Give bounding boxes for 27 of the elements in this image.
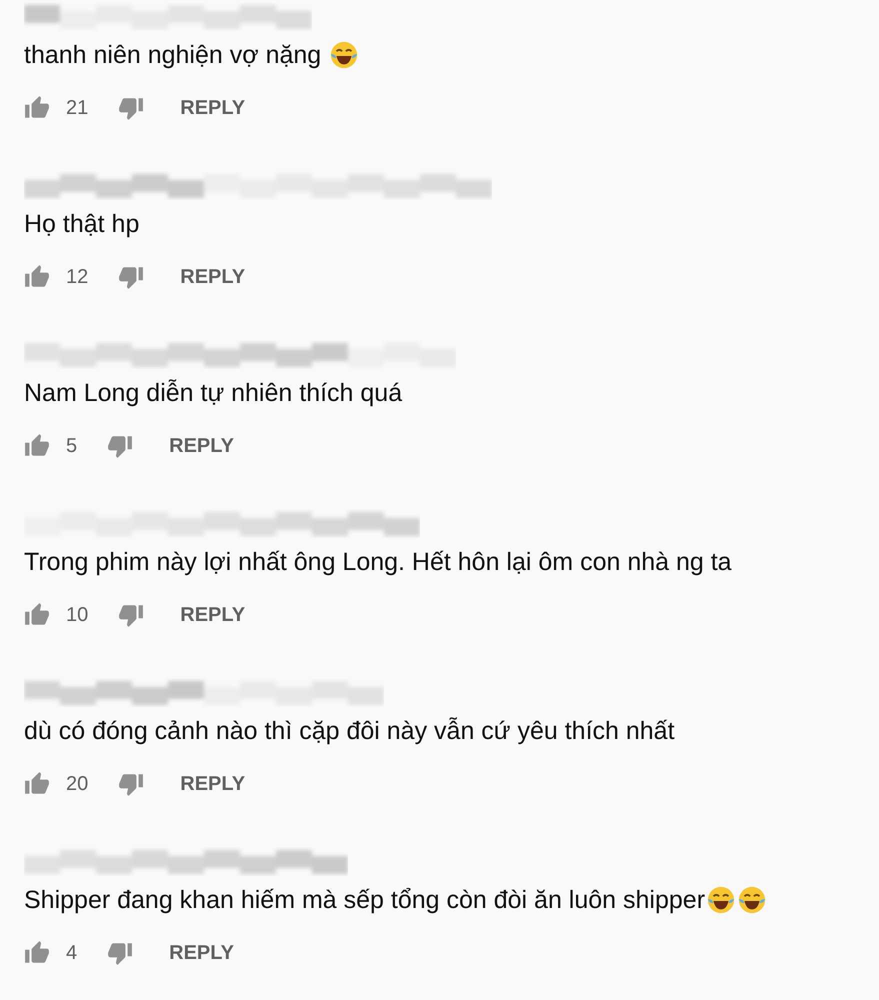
reply-button[interactable]: REPLY <box>172 90 254 126</box>
thumbs-up-icon[interactable] <box>24 940 50 966</box>
thumbs-up-icon[interactable] <box>24 433 50 459</box>
reply-button[interactable]: REPLY <box>161 428 242 464</box>
thumbs-up-icon[interactable] <box>24 771 50 797</box>
comment-text: thanh niên nghiện vợ nặng <box>24 40 322 70</box>
like-count: 4 <box>66 942 78 964</box>
reply-button[interactable]: REPLY <box>172 766 254 802</box>
comment-text: Shipper đang khan hiếm mà sếp tổng còn đòi ăn luôn shipper <box>24 886 706 914</box>
thumbs-up-icon[interactable] <box>24 95 50 121</box>
comment-text: Nam Long diễn tự nhiên thích quá <box>24 378 402 408</box>
comment-text: dù có đóng cảnh nào thì cặp đôi này vẫn cứ yêu thích nhất <box>24 716 675 746</box>
laughing-tears-emoji-icon <box>737 885 768 915</box>
laughing-tears-emoji-icon <box>329 40 360 70</box>
comment-text: Trong phim này lợi nhất ông Long. Hết hôn lại ôm con nhà ng ta <box>24 548 732 576</box>
laughing-tears-emoji-icon <box>706 885 736 915</box>
comment-text: Họ thật hp <box>24 210 140 238</box>
like-count: 21 <box>66 96 88 120</box>
reply-button[interactable]: REPLY <box>172 260 254 294</box>
reply-button[interactable]: REPLY <box>161 936 242 970</box>
like-count: 10 <box>66 604 88 626</box>
thumbs-up-icon[interactable] <box>24 602 50 628</box>
like-count: 5 <box>66 434 78 458</box>
reply-button[interactable]: REPLY <box>172 598 254 632</box>
like-count: 12 <box>66 266 88 288</box>
thumbs-up-icon[interactable] <box>24 264 50 290</box>
like-count: 20 <box>66 772 88 796</box>
